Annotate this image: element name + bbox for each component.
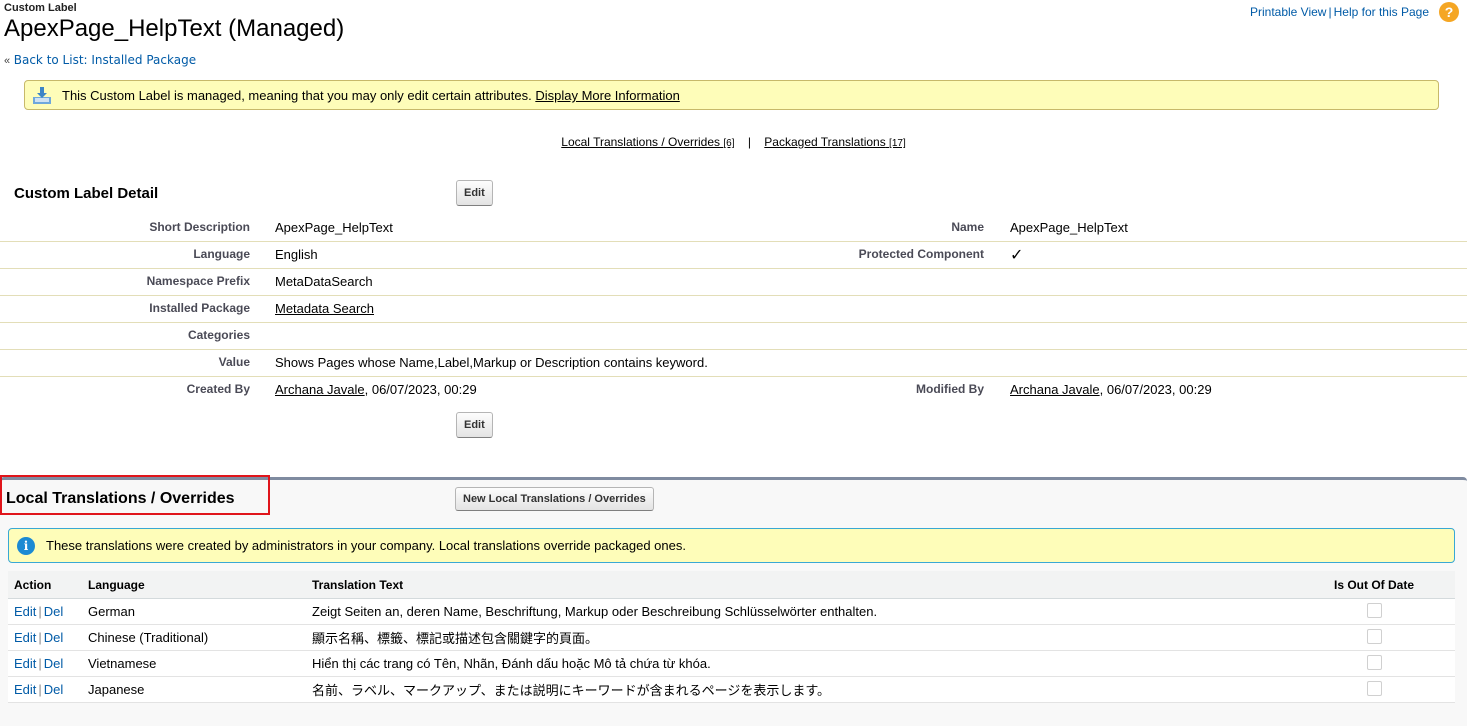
checkmark-icon: ✓: [1010, 247, 1024, 264]
related-list-links: Local Translations / Overrides [6] | Pac…: [0, 135, 1467, 149]
row-translation-text: Zeigt Seiten an, deren Name, Beschriftun…: [306, 598, 1293, 625]
column-header-translation-text: Translation Text: [306, 571, 1293, 599]
back-arrow-icon: «: [4, 55, 11, 67]
modified-by-date: , 06/07/2023, 00:29: [1099, 382, 1212, 397]
short-description-value: ApexPage_HelpText: [275, 220, 393, 235]
namespace-prefix-value: MetaDataSearch: [275, 274, 373, 289]
row-actions: Edit | Del: [8, 624, 82, 651]
detail-table: Short Description ApexPage_HelpText Name…: [0, 215, 1467, 403]
created-by-value: Archana Javale, 06/07/2023, 00:29: [275, 382, 477, 397]
edit-button-bottom[interactable]: Edit: [456, 412, 493, 438]
value-label: Value: [218, 355, 250, 369]
info-banner: i These translations were created by adm…: [8, 528, 1455, 563]
table-row: Edit | Del Japanese 名前、ラベル、マークアップ、または説明にキー…: [8, 676, 1455, 703]
detail-row: Short Description ApexPage_HelpText Name…: [0, 215, 1467, 242]
detail-row: Created By Archana Javale, 06/07/2023, 0…: [0, 377, 1467, 403]
page-type-label: Custom Label: [4, 2, 77, 14]
detail-row: Categories: [0, 323, 1467, 350]
column-header-action: Action: [8, 571, 82, 599]
info-message: These translations were created by admin…: [46, 538, 686, 553]
edit-link[interactable]: Edit: [14, 682, 36, 697]
help-icon[interactable]: ?: [1439, 2, 1459, 22]
local-translations-link[interactable]: Local Translations / Overrides [6]: [561, 135, 734, 149]
name-value: ApexPage_HelpText: [1010, 220, 1128, 235]
row-translation-text: 名前、ラベル、マークアップ、または説明にキーワードが含まれるページを表示します。: [306, 676, 1293, 703]
page-title: ApexPage_HelpText (Managed): [4, 15, 345, 42]
table-row: Edit | Del German Zeigt Seiten an, deren N…: [8, 598, 1455, 625]
value-value: Shows Pages whose Name,Label,Markup or D…: [275, 355, 708, 370]
row-language: Chinese (Traditional): [82, 624, 306, 651]
row-translation-text: 顯示名稱、標籤、標記或描述包含關鍵字的頁面。: [306, 624, 1293, 651]
del-link[interactable]: Del: [44, 604, 64, 619]
table-row: Edit | Del Vietnamese Hiển thị các trang c…: [8, 650, 1455, 677]
row-language: German: [82, 598, 306, 625]
out-of-date-checkbox: [1366, 680, 1382, 696]
edit-link[interactable]: Edit: [14, 630, 36, 645]
name-label: Name: [951, 220, 984, 234]
row-out-of-date: [1293, 650, 1455, 677]
table-header-row: Action Language Translation Text Is Out …: [8, 571, 1455, 599]
detail-row: Language English Protected Component ✓: [0, 242, 1467, 269]
created-by-label: Created By: [186, 382, 250, 396]
row-out-of-date: [1293, 624, 1455, 651]
detail-section-title: Custom Label Detail: [14, 185, 159, 202]
link-separator: |: [1328, 5, 1332, 19]
created-by-user-link[interactable]: Archana Javale: [275, 382, 365, 397]
installed-package-label: Installed Package: [149, 301, 250, 315]
namespace-prefix-label: Namespace Prefix: [146, 274, 250, 288]
edit-button-top[interactable]: Edit: [456, 180, 493, 206]
packaged-translations-link[interactable]: Packaged Translations [17]: [764, 135, 905, 149]
edit-link[interactable]: Edit: [14, 656, 36, 671]
row-actions: Edit | Del: [8, 650, 82, 677]
local-translations-title: Local Translations / Overrides: [6, 490, 235, 507]
row-translation-text: Hiển thị các trang có Tên, Nhãn, Đánh dấ…: [306, 650, 1293, 677]
info-icon: i: [17, 537, 35, 555]
column-header-is-out-of-date: Is Out Of Date: [1293, 571, 1455, 599]
detail-row: Namespace Prefix MetaDataSearch: [0, 269, 1467, 296]
language-label: Language: [193, 247, 250, 261]
local-translations-table: Action Language Translation Text Is Out …: [8, 571, 1455, 703]
del-link[interactable]: Del: [44, 682, 64, 697]
out-of-date-checkbox: [1366, 628, 1382, 644]
created-by-date: , 06/07/2023, 00:29: [364, 382, 477, 397]
back-to-list-label[interactable]: Back to List: Installed Package: [14, 53, 196, 67]
detail-row: Value Shows Pages whose Name,Label,Marku…: [0, 350, 1467, 377]
edit-link[interactable]: Edit: [14, 604, 36, 619]
column-header-language: Language: [82, 571, 306, 599]
row-language: Vietnamese: [82, 650, 306, 677]
row-actions: Edit | Del: [8, 676, 82, 703]
row-out-of-date: [1293, 676, 1455, 703]
short-description-label: Short Description: [149, 220, 250, 234]
top-links: Printable View | Help for this Page: [1250, 5, 1429, 19]
managed-banner-message: This Custom Label is managed, meaning th…: [62, 88, 532, 103]
help-for-page-link[interactable]: Help for this Page: [1334, 5, 1429, 19]
modified-by-value: Archana Javale, 06/07/2023, 00:29: [1010, 382, 1212, 397]
display-more-information-link[interactable]: Display More Information: [535, 88, 680, 103]
row-actions: Edit | Del: [8, 598, 82, 625]
printable-view-link[interactable]: Printable View: [1250, 5, 1327, 19]
protected-component-label: Protected Component: [858, 247, 984, 261]
download-icon: [33, 87, 51, 104]
related-links-separator: |: [747, 135, 751, 149]
out-of-date-checkbox: [1366, 654, 1382, 670]
new-local-translation-button[interactable]: New Local Translations / Overrides: [455, 487, 654, 511]
modified-by-user-link[interactable]: Archana Javale: [1010, 382, 1100, 397]
categories-label: Categories: [187, 328, 250, 342]
language-value: English: [275, 247, 318, 262]
installed-package-link[interactable]: Metadata Search: [275, 301, 374, 316]
del-link[interactable]: Del: [44, 656, 64, 671]
row-out-of-date: [1293, 598, 1455, 625]
modified-by-label: Modified By: [916, 382, 984, 396]
detail-row: Installed Package Metadata Search: [0, 296, 1467, 323]
del-link[interactable]: Del: [44, 630, 64, 645]
back-to-list-link[interactable]: « Back to List: Installed Package: [4, 52, 196, 67]
managed-banner: This Custom Label is managed, meaning th…: [24, 80, 1439, 110]
row-language: Japanese: [82, 676, 306, 703]
out-of-date-checkbox: [1366, 602, 1382, 618]
table-row: Edit | Del Chinese (Traditional) 顯示名稱、標籤、標…: [8, 624, 1455, 651]
